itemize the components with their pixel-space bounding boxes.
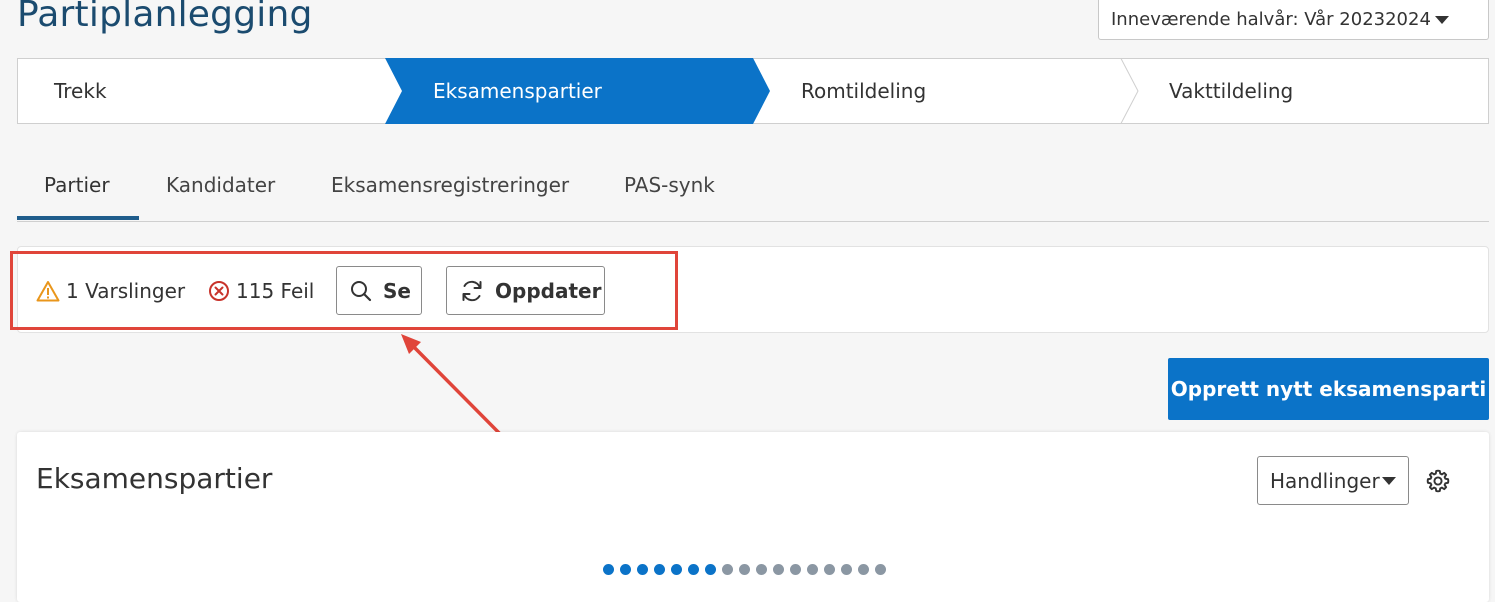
errors-status[interactable]: 115 Feil [208,278,314,304]
page-title: Partiplanlegging [17,0,313,35]
loading-dot [739,564,750,575]
search-icon [349,279,373,303]
loading-dot [620,564,631,575]
semester-select-value: Inneværende halvår: Vår 20232024 [1111,9,1431,30]
view-button[interactable]: Se [336,266,422,315]
refresh-button[interactable]: Oppdater [446,266,605,315]
refresh-button-label: Oppdater [495,278,602,303]
actions-select-label: Handlinger [1270,468,1380,493]
loading-dot [671,564,682,575]
caret-down-icon [1434,15,1449,24]
tab-partier[interactable]: Partier [44,150,110,218]
tab-bar: Partier Kandidater Eksamensregistreringe… [17,150,1489,222]
exam-parties-card: Eksamenspartier Handlinger [17,432,1489,602]
warnings-count: 1 Varslinger [66,279,186,303]
loading-dot [637,564,648,575]
step-vakttildeling[interactable]: Vakttildeling [1169,58,1293,124]
caret-down-icon [1381,476,1396,485]
status-panel: 1 Varslinger 115 Feil Se Oppdater [17,246,1489,333]
active-tab-indicator [17,216,139,220]
tab-pas-synk[interactable]: PAS-synk [624,150,715,218]
tab-kandidater[interactable]: Kandidater [166,150,275,218]
loading-dot [807,564,818,575]
loading-dot [654,564,665,575]
view-button-label: Se [383,278,411,303]
loading-dot [824,564,835,575]
loading-dot [722,564,733,575]
loading-dot [858,564,869,575]
warning-triangle-icon [36,280,60,302]
error-circle-x-icon [208,280,230,302]
tab-eksamensregistreringer[interactable]: Eksamensregistreringer [331,150,569,218]
loading-dot [756,564,767,575]
loading-dot [688,564,699,575]
loading-dot [773,564,784,575]
process-stepper: Trekk Eksamenspartier Romtildeling Vaktt… [17,58,1489,124]
card-title: Eksamenspartier [36,462,273,495]
loading-dot [875,564,886,575]
create-exam-party-button[interactable]: Opprett nytt eksamensparti [1168,358,1489,420]
warnings-status[interactable]: 1 Varslinger [36,278,185,304]
step-trekk[interactable]: Trekk [54,58,107,124]
loading-dot [790,564,801,575]
refresh-icon [459,278,485,304]
step-eksamenspartier[interactable]: Eksamenspartier [433,58,602,124]
loading-dot [841,564,852,575]
loading-indicator [603,564,886,575]
gear-icon[interactable] [1425,468,1451,494]
actions-select[interactable]: Handlinger [1257,456,1409,505]
semester-select[interactable]: Inneværende halvår: Vår 20232024 [1098,0,1489,40]
loading-dot [705,564,716,575]
errors-count: 115 Feil [236,279,315,303]
step-romtildeling[interactable]: Romtildeling [801,58,926,124]
loading-dot [603,564,614,575]
